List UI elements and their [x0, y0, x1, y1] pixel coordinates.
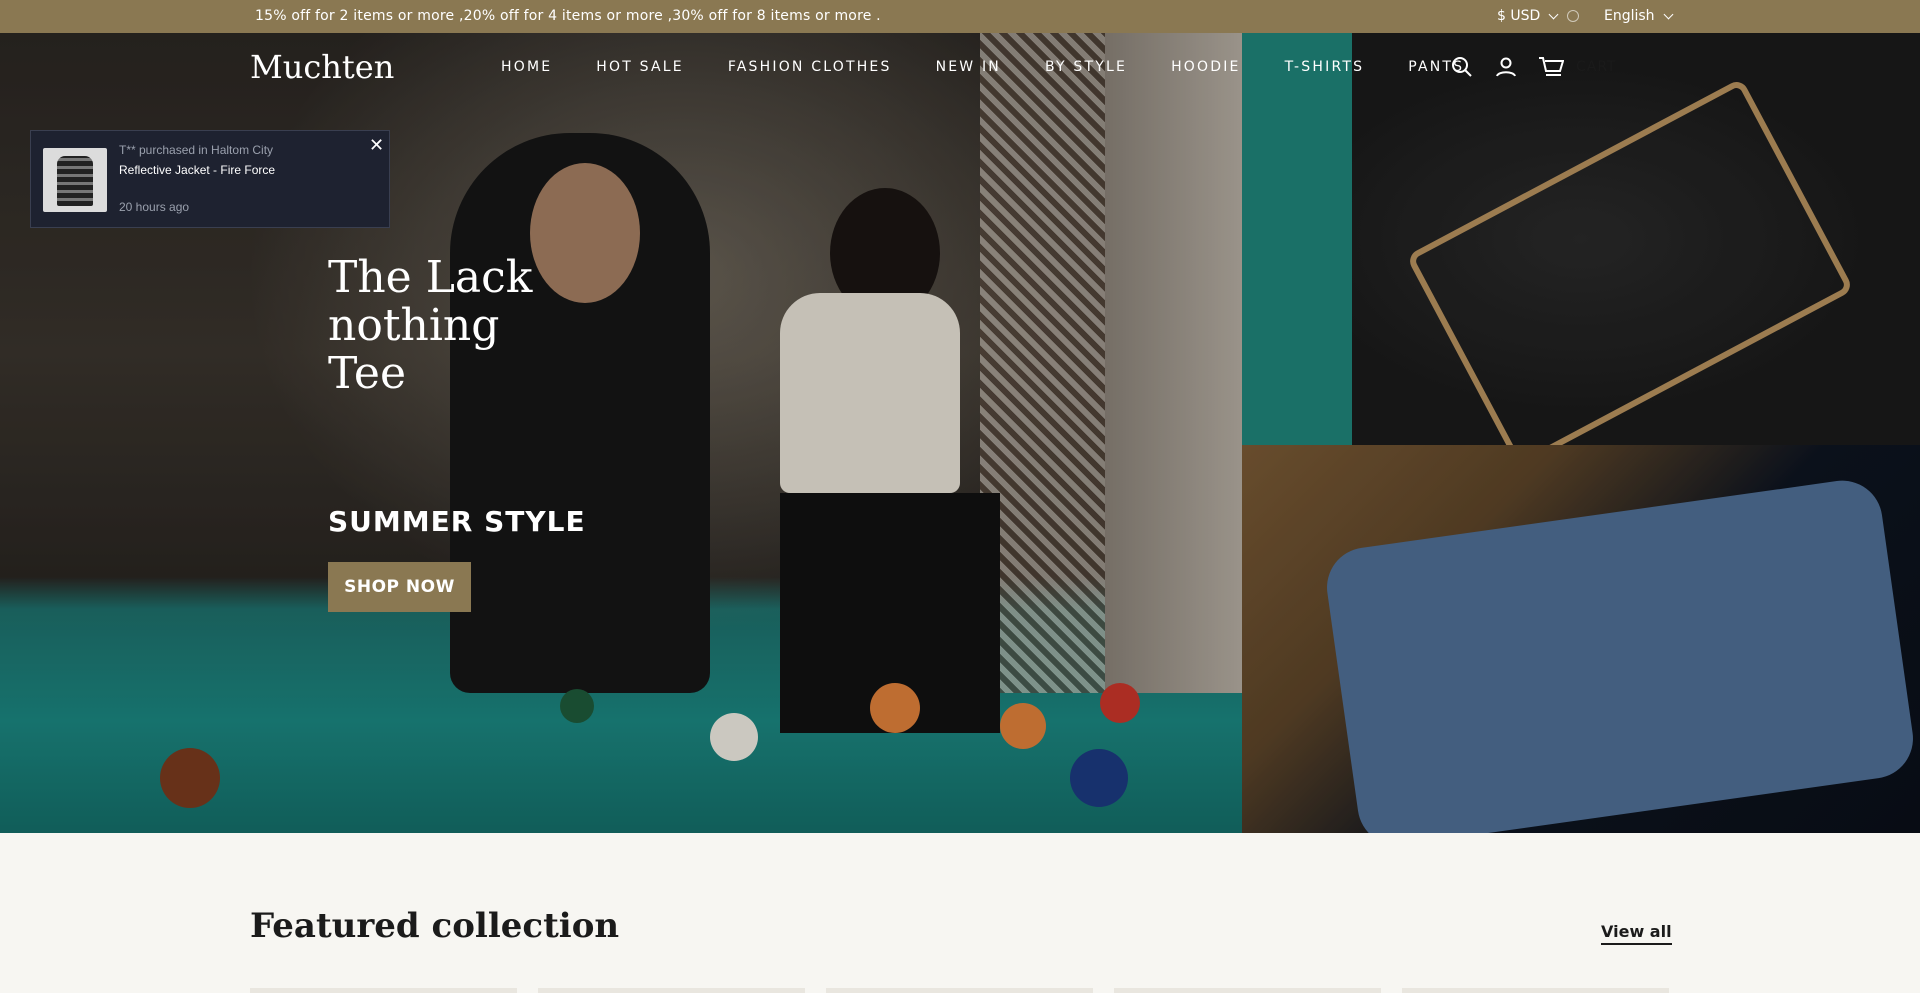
- purchase-time: 20 hours ago: [119, 200, 190, 214]
- nav-item-t-shirts[interactable]: T-SHIRTS: [1285, 59, 1365, 75]
- nav-item-home[interactable]: HOME: [501, 59, 552, 75]
- product-card[interactable]: [1402, 988, 1669, 993]
- cart-label[interactable]: CART: [1576, 59, 1617, 75]
- nav-item-hoodie[interactable]: HOODIE: [1171, 59, 1241, 75]
- view-all-link[interactable]: View all: [1601, 922, 1672, 945]
- currency-label: $ USD: [1497, 8, 1541, 24]
- site-logo[interactable]: Muchten: [250, 48, 394, 86]
- announcement-bar: 15% off for 2 items or more ,20% off for…: [0, 0, 1920, 33]
- nav-item-fashion-clothes[interactable]: FASHION CLOTHES: [728, 59, 892, 75]
- nav-item-new-in[interactable]: NEW IN: [936, 59, 1001, 75]
- product-card[interactable]: [1114, 988, 1381, 993]
- chevron-down-icon: [1548, 9, 1559, 19]
- header-icons: [1450, 55, 1564, 79]
- nav-item-hot-sale[interactable]: HOT SALE: [596, 59, 684, 75]
- search-icon[interactable]: [1450, 55, 1474, 79]
- product-card[interactable]: [826, 988, 1093, 993]
- currency-flag-icon: [1567, 10, 1580, 22]
- product-name[interactable]: Reflective Jacket - Fire Force: [119, 163, 275, 177]
- language-selector[interactable]: English: [1604, 8, 1674, 24]
- hero-title: The Lack nothing Tee: [328, 252, 533, 399]
- purchase-info: T** purchased in Haltom City: [119, 143, 274, 157]
- nav-item-by-style[interactable]: BY STYLE: [1045, 59, 1127, 75]
- product-thumbnail[interactable]: [43, 148, 107, 212]
- recent-purchase-popup[interactable]: T** purchased in Haltom City Reflective …: [30, 130, 390, 228]
- product-grid: [250, 988, 1669, 993]
- main-nav: HOME HOT SALE FASHION CLOTHES NEW IN BY …: [501, 59, 1508, 75]
- chevron-down-icon: [1663, 9, 1674, 19]
- site-header: Muchten HOME HOT SALE FASHION CLOTHES NE…: [0, 33, 1920, 103]
- product-card[interactable]: [250, 988, 517, 993]
- hero-subtitle: SUMMER STYLE: [328, 505, 586, 538]
- account-icon[interactable]: [1494, 55, 1518, 79]
- product-card[interactable]: [538, 988, 805, 993]
- close-icon[interactable]: ✕: [369, 137, 384, 155]
- section-title: Featured collection: [250, 906, 620, 946]
- cart-icon[interactable]: [1538, 55, 1564, 79]
- currency-selector[interactable]: $ USD: [1497, 8, 1580, 24]
- language-label: English: [1604, 8, 1655, 24]
- shop-now-button[interactable]: SHOP NOW: [328, 562, 471, 612]
- announcement-text: 15% off for 2 items or more ,20% off for…: [255, 8, 881, 24]
